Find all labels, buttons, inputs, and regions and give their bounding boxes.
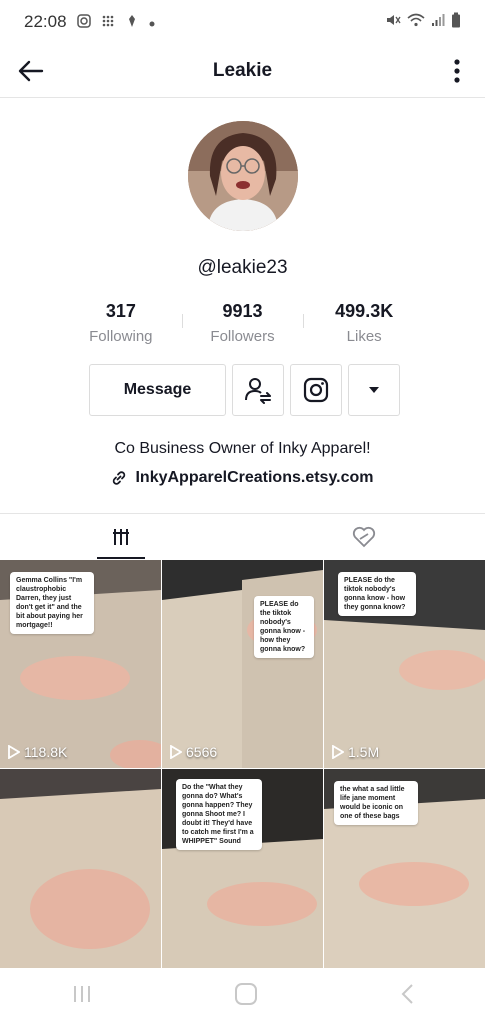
grid-notification-icon xyxy=(101,14,115,31)
system-icons xyxy=(385,12,461,33)
link-icon xyxy=(113,471,126,485)
view-count-text: 118.8K xyxy=(24,744,68,760)
signal-icon xyxy=(431,12,445,32)
tab-videos[interactable] xyxy=(0,514,243,559)
status-bar: 22:08 xyxy=(0,0,485,44)
stat-likes[interactable]: 499.3K Likes xyxy=(303,300,425,350)
play-icon xyxy=(332,745,344,759)
more-options-button[interactable] xyxy=(445,56,469,86)
dot-icon xyxy=(149,14,155,30)
notification-icons xyxy=(76,13,155,31)
message-button[interactable]: Message xyxy=(89,364,226,416)
battery-icon xyxy=(451,12,461,33)
status-time: 22:08 xyxy=(24,12,67,31)
video-thumbnail[interactable]: Do the "What they gonna do? What's gonna… xyxy=(162,769,323,977)
home-icon xyxy=(235,982,258,1005)
stat-value: 317 xyxy=(105,301,136,321)
more-dropdown-button[interactable] xyxy=(348,364,400,416)
profile-actions: Message xyxy=(89,364,400,416)
wifi-icon xyxy=(407,12,425,33)
back-arrow-icon xyxy=(18,60,44,82)
thumbnail-image xyxy=(162,560,323,768)
profile-link[interactable]: InkyApparelCreations.etsy.com xyxy=(0,469,485,487)
recent-apps-icon xyxy=(73,985,90,1002)
video-thumbnail[interactable]: the what a sad little life jane moment w… xyxy=(324,769,485,977)
stat-label: Likes xyxy=(346,328,382,345)
liked-private-heart-icon xyxy=(352,526,375,547)
profile-bio: Co Business Owner of Inky Apparel! xyxy=(114,440,371,457)
profile-link-text: InkyApparelCreations.etsy.com xyxy=(135,469,374,486)
instagram-button[interactable] xyxy=(290,364,342,416)
video-thumbnail[interactable]: PLEASE do the tiktok nobody's gonna know… xyxy=(324,560,485,768)
recent-apps-button[interactable] xyxy=(71,984,93,1009)
caret-down-icon xyxy=(369,387,379,393)
video-thumbnail[interactable]: Gemma Collins "I'm claustrophobic Darren… xyxy=(0,560,161,768)
system-back-button[interactable] xyxy=(400,983,414,1010)
video-grid: Gemma Collins "I'm claustrophobic Darren… xyxy=(0,560,485,977)
page-title: Leakie xyxy=(212,59,273,81)
avatar[interactable] xyxy=(188,121,298,231)
instagram-icon xyxy=(303,377,329,403)
more-vertical-icon xyxy=(454,59,460,83)
profile-stats: 317 Following 9913 Followers 499.3K Like… xyxy=(60,300,425,350)
tab-liked[interactable] xyxy=(243,514,485,559)
chevron-left-icon xyxy=(401,983,413,1004)
video-caption: Gemma Collins "I'm claustrophobic Darren… xyxy=(10,572,94,634)
video-thumbnail[interactable]: PLEASE do the tiktok nobody's gonna know… xyxy=(162,560,323,768)
view-count-text: 1.5M xyxy=(348,744,380,760)
profile-header: Leakie xyxy=(0,44,485,98)
stat-value: 9913 xyxy=(222,301,263,321)
stat-label: Following xyxy=(89,328,153,345)
follow-toggle-button[interactable] xyxy=(232,364,284,416)
view-count-text: 6566 xyxy=(186,744,218,760)
back-button[interactable] xyxy=(16,56,46,86)
user-follow-swap-icon xyxy=(245,378,271,404)
instagram-notification-icon xyxy=(76,13,91,31)
stat-following[interactable]: 317 Following xyxy=(60,300,182,350)
home-button[interactable] xyxy=(234,982,258,1011)
videos-grid-icon xyxy=(113,528,130,545)
stat-label: Followers xyxy=(210,328,275,345)
app-notification-icon xyxy=(125,14,139,31)
avatar-image xyxy=(188,121,298,231)
stat-followers[interactable]: 9913 Followers xyxy=(181,300,304,350)
video-caption: the what a sad little life jane moment w… xyxy=(334,781,418,825)
view-count: 1.5M xyxy=(332,744,379,760)
content-tabs xyxy=(0,514,485,559)
view-count: 6566 xyxy=(170,744,217,760)
play-icon xyxy=(8,745,20,759)
video-caption: PLEASE do the tiktok nobody's gonna know… xyxy=(254,596,314,658)
video-caption: Do the "What they gonna do? What's gonna… xyxy=(176,779,262,850)
video-caption: PLEASE do the tiktok nobody's gonna know… xyxy=(338,572,416,616)
view-count: 118.8K xyxy=(8,744,67,760)
thumbnail-image xyxy=(0,769,161,977)
play-icon xyxy=(170,745,182,759)
mute-icon xyxy=(385,12,401,33)
username: @leakie23 xyxy=(197,257,288,278)
video-thumbnail[interactable] xyxy=(0,769,161,977)
stat-value: 499.3K xyxy=(335,301,394,321)
system-navigation-bar xyxy=(0,968,485,1024)
